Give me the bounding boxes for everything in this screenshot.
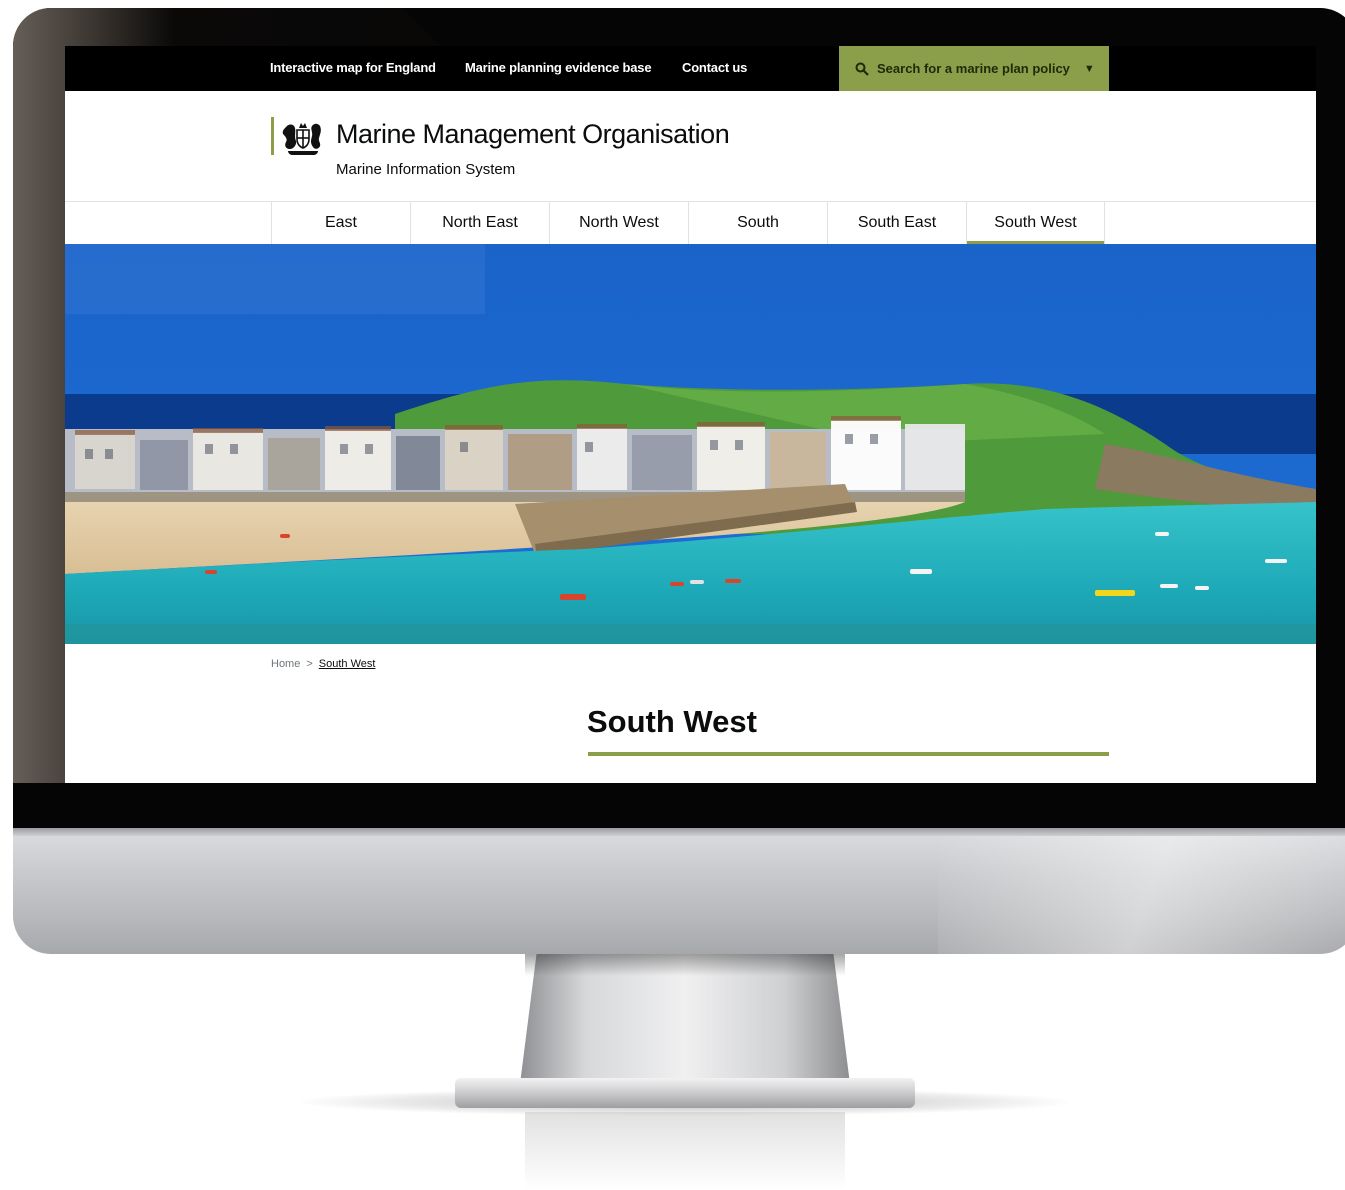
region-tab-south[interactable]: South xyxy=(688,202,827,244)
monitor-stand-base xyxy=(455,1078,915,1108)
breadcrumb-separator: > xyxy=(306,658,313,670)
region-tab-north-east[interactable]: North East xyxy=(410,202,549,244)
breadcrumb: Home > South West xyxy=(271,658,375,670)
caret-down-icon: ▼ xyxy=(1083,62,1095,75)
interactive-map-link[interactable]: Interactive map for England xyxy=(270,60,436,75)
region-navigation: East North East North West South South E… xyxy=(65,201,1316,245)
region-tab-south-west[interactable]: South West xyxy=(966,202,1105,245)
policy-search-button[interactable]: Search for a marine plan policy ▼ xyxy=(839,46,1109,91)
evidence-base-link[interactable]: Marine planning evidence base xyxy=(465,60,652,75)
website-screen: Interactive map for England Marine plann… xyxy=(65,46,1316,783)
region-tab-north-west[interactable]: North West xyxy=(549,202,688,244)
title-underline xyxy=(588,752,1109,756)
region-tab-south-east[interactable]: South East xyxy=(827,202,966,244)
stand-reflection xyxy=(525,1112,845,1190)
contact-us-link[interactable]: Contact us xyxy=(682,60,747,75)
utility-bar: Interactive map for England Marine plann… xyxy=(65,46,1316,91)
search-icon xyxy=(855,62,869,76)
hero-image-coastal-town xyxy=(65,244,1316,644)
site-header: Marine Management Organisation Marine In… xyxy=(65,91,1316,201)
region-tab-east[interactable]: East xyxy=(271,202,410,244)
royal-crest-icon[interactable] xyxy=(280,113,326,157)
organisation-name[interactable]: Marine Management Organisation xyxy=(336,119,730,150)
site-subtitle: Marine Information System xyxy=(336,161,516,178)
search-button-label: Search for a marine plan policy xyxy=(877,61,1070,76)
breadcrumb-home[interactable]: Home xyxy=(271,658,300,670)
breadcrumb-current[interactable]: South West xyxy=(319,658,376,670)
monitor-chin xyxy=(13,828,1345,954)
page-title: South West xyxy=(587,704,757,739)
brand-accent-rule xyxy=(271,117,274,155)
